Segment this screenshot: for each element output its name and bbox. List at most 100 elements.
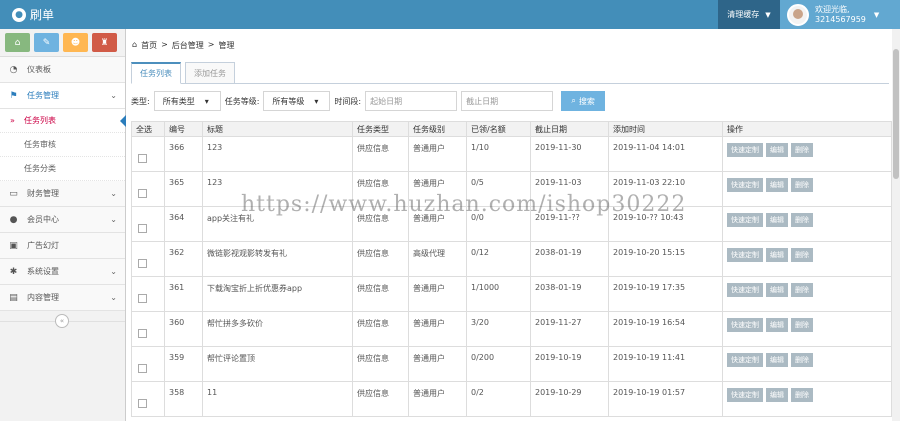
breadcrumb-current: 管理 [218, 41, 235, 50]
signal-shortcut-button[interactable]: ⌂ [5, 33, 30, 52]
shortcut-buttons: ⌂ ✎ ☻ ♜ [0, 29, 125, 57]
breadcrumb-admin[interactable]: 后台管理 [172, 40, 204, 51]
caret-down-icon: ▼ [873, 10, 880, 19]
delete-button[interactable]: 删除 [791, 318, 813, 332]
sidebar-item-task-management[interactable]: ⚑ 任务管理 ⌄ [0, 83, 125, 109]
caret-down-icon: ▼ [765, 10, 771, 19]
cell-level: 普通用户 [408, 346, 467, 382]
delete-button[interactable]: 删除 [791, 213, 813, 227]
edit-button[interactable]: 编辑 [766, 143, 788, 157]
cell-checkbox [131, 206, 165, 242]
row-checkbox[interactable] [138, 188, 147, 198]
cell-title: 123 [202, 136, 353, 172]
cell-quota: 0/200 [466, 346, 531, 382]
sidebar-subitem-task-list[interactable]: 任务列表 [0, 109, 126, 133]
header-id: 编号 [164, 121, 203, 137]
top-navbar: ● 刷单 清理缓存 ▼ 欢迎光临, 3214567959 ▼ [0, 0, 900, 29]
delete-button[interactable]: 删除 [791, 143, 813, 157]
quick-customize-button[interactable]: 快速定制 [727, 388, 763, 402]
cell-title: 11 [202, 381, 353, 417]
level-select[interactable]: 所有等级 ▾ [263, 91, 331, 111]
row-checkbox[interactable] [138, 363, 147, 373]
quick-customize-button[interactable]: 快速定制 [727, 248, 763, 262]
cell-deadline: 2019-11-30 [530, 136, 609, 172]
pencil-shortcut-button[interactable]: ✎ [34, 33, 59, 52]
row-checkbox[interactable] [138, 293, 147, 303]
start-date-input[interactable]: 起始日期 [365, 91, 458, 111]
scrollbar[interactable] [892, 29, 900, 421]
user-menu[interactable]: 欢迎光临, 3214567959 ▼ [780, 0, 900, 29]
sidebar-item-content[interactable]: ▤ 内容管理 ⌄ [0, 285, 125, 311]
quick-customize-button[interactable]: 快速定制 [727, 213, 763, 227]
sidebar-item-members[interactable]: ● 会员中心 ⌄ [0, 207, 125, 233]
edit-button[interactable]: 编辑 [766, 213, 788, 227]
sidebar-item-finance[interactable]: ▭ 财务管理 ⌄ [0, 181, 125, 207]
sidebar-item-settings[interactable]: ✱ 系统设置 ⌄ [0, 259, 125, 285]
chevron-down-icon: ⌄ [110, 189, 117, 198]
sidebar-item-ads[interactable]: ▣ 广告幻灯 [0, 233, 125, 259]
cell-id: 362 [164, 241, 203, 277]
quick-customize-button[interactable]: 快速定制 [727, 318, 763, 332]
search-label: 搜索 [578, 96, 595, 106]
tab-add-task[interactable]: 添加任务 [185, 62, 235, 84]
sidebar-subitem-task-category[interactable]: 任务分类 [0, 157, 125, 181]
row-checkbox[interactable] [138, 398, 147, 408]
cell-actions: 快速定制 编辑 删除 [722, 381, 892, 417]
delete-button[interactable]: 删除 [791, 248, 813, 262]
header-deadline: 截止日期 [530, 121, 609, 137]
clear-cache-label: 清理缓存 [727, 10, 760, 19]
cell-added: 2019-10-19 17:35 [608, 276, 723, 312]
cogs-shortcut-button[interactable]: ♜ [92, 33, 117, 52]
row-checkbox[interactable] [138, 223, 147, 233]
delete-button[interactable]: 删除 [791, 353, 813, 367]
level-select-value: 所有等级 [272, 96, 305, 106]
cell-checkbox [131, 381, 165, 417]
sidebar-item-label: 广告幻灯 [27, 241, 59, 250]
brand[interactable]: ● 刷单 [12, 6, 54, 23]
user-icon: ● [9, 214, 18, 225]
row-checkbox[interactable] [138, 258, 147, 268]
header-added: 添加时间 [608, 121, 723, 137]
row-checkbox[interactable] [138, 153, 147, 163]
delete-button[interactable]: 删除 [791, 388, 813, 402]
header-select-all[interactable]: 全选 [131, 121, 165, 137]
cell-added: 2019-10-19 11:41 [608, 346, 723, 382]
cell-id: 361 [164, 276, 203, 312]
cell-added: 2019-11-04 14:01 [608, 136, 723, 172]
sidebar-item-label: 内容管理 [27, 293, 59, 302]
delete-button[interactable]: 删除 [791, 178, 813, 192]
edit-button[interactable]: 编辑 [766, 388, 788, 402]
edit-button[interactable]: 编辑 [766, 353, 788, 367]
collapse-sidebar-button[interactable]: « [55, 314, 69, 328]
cell-deadline: 2019-11-27 [530, 311, 609, 347]
quick-customize-button[interactable]: 快速定制 [727, 143, 763, 157]
cell-id: 358 [164, 381, 203, 417]
search-button[interactable]: ⌕ 搜索 [561, 91, 606, 111]
delete-button[interactable]: 删除 [791, 283, 813, 297]
edit-button[interactable]: 编辑 [766, 283, 788, 297]
sidebar-subitem-task-review[interactable]: 任务审核 [0, 133, 125, 157]
type-select[interactable]: 所有类型 ▾ [153, 91, 221, 111]
quick-customize-button[interactable]: 快速定制 [727, 178, 763, 192]
edit-button[interactable]: 编辑 [766, 248, 788, 262]
cell-checkbox [131, 311, 165, 347]
sidebar-item-dashboard[interactable]: ◔ 仪表板 [0, 57, 125, 83]
breadcrumb-home[interactable]: 首页 [141, 40, 157, 51]
users-shortcut-button[interactable]: ☻ [63, 33, 88, 52]
scroll-thumb[interactable] [893, 49, 899, 179]
row-checkbox[interactable] [138, 328, 147, 338]
task-table: 全选 编号 标题 任务类型 任务级别 已领/名额 截止日期 添加时间 操作 36… [131, 121, 892, 417]
clear-cache-button[interactable]: 清理缓存 ▼ [718, 0, 780, 29]
edit-button[interactable]: 编辑 [766, 178, 788, 192]
level-label: 任务等级: [224, 96, 260, 106]
edit-button[interactable]: 编辑 [766, 318, 788, 332]
app-title: 刷单 [30, 8, 55, 22]
tab-task-list[interactable]: 任务列表 [131, 62, 181, 84]
quick-customize-button[interactable]: 快速定制 [727, 353, 763, 367]
end-date-input[interactable]: 截止日期 [461, 91, 554, 111]
book-icon: ▤ [9, 292, 18, 303]
cell-deadline: 2019-10-19 [530, 346, 609, 382]
chevron-down-icon: ⌄ [110, 91, 117, 100]
quick-customize-button[interactable]: 快速定制 [727, 283, 763, 297]
cell-id: 366 [164, 136, 203, 172]
